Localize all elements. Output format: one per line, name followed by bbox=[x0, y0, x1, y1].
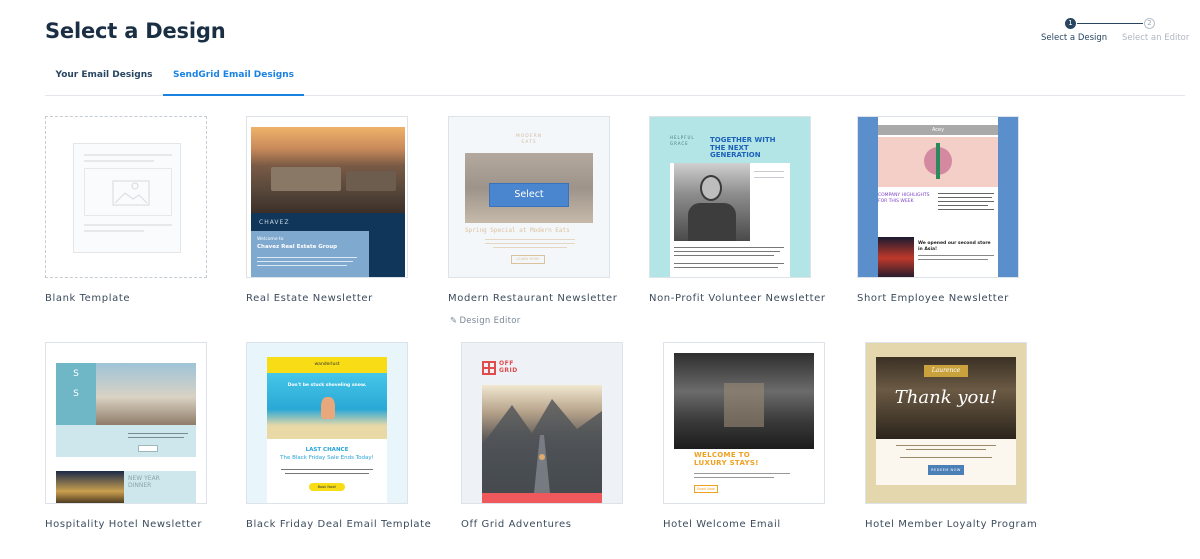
beach-photo: Don't be stuck shoveling snow. bbox=[267, 373, 387, 439]
hotel-dining-photo: Laurence Thank you! bbox=[876, 357, 1016, 439]
design-tabs: Your Email Designs SendGrid Email Design… bbox=[45, 57, 1185, 96]
image-placeholder-icon bbox=[112, 180, 150, 206]
dinner-photo bbox=[56, 471, 124, 503]
template-label: Black Friday Deal Email Template bbox=[246, 519, 432, 530]
template-card-blank[interactable] bbox=[45, 116, 207, 278]
patio-photo bbox=[251, 127, 405, 213]
brand-text: CHAVEZ bbox=[259, 219, 290, 226]
page-title: Select a Design bbox=[45, 19, 226, 43]
tab-sendgrid-email-designs[interactable]: SendGrid Email Designs bbox=[163, 57, 304, 96]
template-label: Hotel Welcome Email bbox=[663, 519, 781, 530]
select-button[interactable]: Select bbox=[489, 183, 569, 207]
template-label: Non-Profit Volunteer Newsletter bbox=[649, 293, 826, 304]
step-2-label: Select an Editor bbox=[1122, 33, 1190, 43]
tab-your-email-designs[interactable]: Your Email Designs bbox=[45, 57, 163, 96]
template-card-hotel-welcome[interactable]: WELCOME TO LUXURY STAYS! Book Now bbox=[663, 342, 825, 504]
hotel-room-photo bbox=[96, 363, 196, 425]
pencil-icon: ✎ bbox=[450, 316, 458, 326]
template-card-black-friday[interactable]: wanderlust Don't be stuck shoveling snow… bbox=[246, 342, 408, 504]
progress-stepper: 1 2 Select a Design Select an Editor bbox=[1040, 18, 1190, 48]
volunteer-photo bbox=[674, 163, 750, 241]
template-label: Hospitality Hotel Newsletter bbox=[45, 519, 203, 530]
flowers-illustration bbox=[878, 137, 998, 187]
off-grid-logo-icon bbox=[482, 361, 496, 375]
template-card-modern-restaurant[interactable]: MODERN EATS Spring Special at Modern Eat… bbox=[448, 116, 610, 278]
blank-wireframe bbox=[73, 143, 181, 253]
hotel-lobby-photo bbox=[674, 353, 814, 449]
template-label: Real Estate Newsletter bbox=[246, 293, 373, 304]
design-editor-link[interactable]: ✎ Design Editor bbox=[450, 316, 521, 326]
step-connector bbox=[1077, 23, 1143, 24]
template-card-off-grid[interactable]: OFF GRID bbox=[461, 342, 623, 504]
template-label: Blank Template bbox=[45, 293, 131, 304]
city-photo bbox=[878, 237, 914, 277]
template-card-hospitality-hotel[interactable]: S S NEW YEAR DINNER bbox=[45, 342, 207, 504]
step-1-label: Select a Design bbox=[1041, 33, 1108, 43]
template-label: Off Grid Adventures bbox=[461, 519, 572, 530]
template-card-real-estate[interactable]: CHAVEZ Welcome to Chavez Real Estate Gro… bbox=[246, 116, 408, 278]
hotel-logo-block: S S bbox=[56, 363, 96, 425]
step-2-indicator: 2 bbox=[1144, 18, 1155, 29]
step-1-indicator: 1 bbox=[1065, 18, 1076, 29]
template-card-non-profit[interactable]: HELPFUL GRACE TOGETHER WITH THE NEXT GEN… bbox=[649, 116, 811, 278]
mountain-bridge-photo bbox=[482, 385, 602, 493]
template-label: Modern Restaurant Newsletter bbox=[448, 293, 618, 304]
template-label: Short Employee Newsletter bbox=[857, 293, 1009, 304]
template-card-hotel-loyalty[interactable]: Laurence Thank you! REDEEM NOW bbox=[865, 342, 1027, 504]
template-label: Hotel Member Loyalty Program bbox=[865, 519, 1038, 530]
template-card-employee[interactable]: Acey COMPANY HIGHLIGHTS FOR THIS WEEK We… bbox=[857, 116, 1019, 278]
